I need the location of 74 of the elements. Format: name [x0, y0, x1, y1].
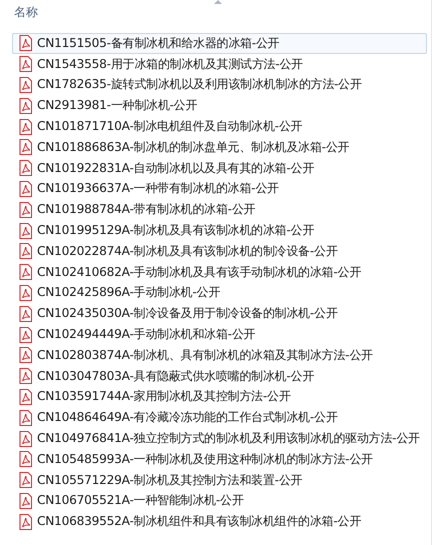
column-header[interactable]: 名称	[14, 4, 38, 20]
sort-arrow-icon	[214, 0, 222, 4]
file-row[interactable]: CN104976841A-独立控制方式的制冰机及利用该制冰机的驱动方法-公开	[12, 428, 427, 449]
file-name: CN1151505-备有制冰机和给水器的冰箱-公开	[37, 36, 280, 51]
file-row[interactable]: CN103047803A-具有隐蔽式供水喷嘴的制冰机-公开	[12, 366, 427, 387]
file-row[interactable]: CN2913981-一种制冰机-公开	[12, 95, 427, 116]
file-name: CN103591744A-家用制冰机及其控制方法-公开	[37, 389, 291, 404]
file-name: CN106705521A-一种智能制冰机-公开	[37, 493, 244, 508]
file-name: CN102803874A-制冰机、具有制冰机的冰箱及其制冰方法-公开	[37, 348, 373, 363]
pdf-file-icon	[19, 160, 32, 176]
pdf-file-icon	[19, 202, 32, 218]
file-name: CN102410682A-手动制冰机及具有该手动制冰机的冰箱-公开	[37, 264, 362, 280]
pdf-file-icon	[19, 35, 32, 52]
pdf-file-icon	[19, 430, 32, 447]
file-name: CN1782635-旋转式制冰机以及利用该制冰机制冰的方法-公开	[37, 77, 362, 92]
pdf-file-icon	[19, 347, 32, 364]
file-name: CN2913981-一种制冰机-公开	[37, 98, 198, 114]
pdf-file-icon	[19, 56, 32, 72]
file-row[interactable]: CN102494449A-手动制冰机和冰箱-公开	[12, 324, 427, 345]
file-name: CN101988784A-带有制冰机的冰箱-公开	[37, 202, 256, 218]
file-name: CN102022874A-制冰机及具有该制冰机的制冷设备-公开	[37, 244, 338, 259]
file-name: CN101871710A-制冰电机组件及自动制冰机-公开	[37, 119, 302, 134]
pdf-file-icon	[19, 243, 32, 260]
file-name: CN102435030A-制冷设备及用于制冷设备的制冰机-公开	[37, 306, 338, 322]
pdf-file-icon	[19, 306, 32, 322]
file-name: CN106839552A-制冰机组件和具有该制冰机组件的冰箱-公开	[37, 514, 362, 530]
pdf-file-icon	[19, 388, 32, 405]
pdf-file-icon	[19, 514, 32, 530]
pdf-file-icon	[19, 98, 32, 114]
file-row[interactable]: CN103591744A-家用制冰机及其控制方法-公开	[12, 386, 427, 408]
pdf-file-icon	[19, 118, 32, 135]
pdf-file-icon	[19, 492, 32, 509]
file-row[interactable]: CN106839552A-制冰机组件和具有该制冰机组件的冰箱-公开	[12, 511, 427, 532]
file-row[interactable]: CN106705521A-一种智能制冰机-公开	[12, 490, 427, 512]
file-row[interactable]: CN101936637A-一种带有制冰机的冰箱-公开	[12, 178, 427, 200]
file-row[interactable]: CN1543558-用于冰箱的制冰机及其测试方法-公开	[12, 54, 427, 75]
file-row[interactable]: CN102435030A-制冷设备及用于制冷设备的制冰机-公开	[12, 303, 427, 324]
file-name: CN1543558-用于冰箱的制冰机及其测试方法-公开	[37, 56, 303, 72]
pdf-file-icon	[19, 326, 32, 343]
file-name: CN104864649A-有冷藏冷冻功能的工作台式制冰机-公开	[37, 410, 338, 426]
pdf-file-icon	[19, 264, 32, 280]
file-row[interactable]: CN102803874A-制冰机、具有制冰机的冰箱及其制冰方法-公开	[12, 344, 427, 366]
pdf-file-icon	[19, 284, 32, 301]
file-row[interactable]: CN105485993A-一种制冰机及使用这种制冰机的制冰方法-公开	[12, 448, 427, 470]
file-name: CN101886863A-制冰机的制冰盘单元、制冰机及冰箱-公开	[37, 140, 350, 155]
file-name: CN103047803A-具有隐蔽式供水喷嘴的制冰机-公开	[37, 368, 314, 384]
file-row[interactable]: CN1151505-备有制冰机和给水器的冰箱-公开	[12, 33, 427, 54]
pdf-file-icon	[19, 222, 32, 239]
file-name: CN101936637A-一种带有制冰机的冰箱-公开	[37, 181, 279, 196]
pdf-file-icon	[19, 472, 32, 488]
file-row[interactable]: CN101886863A-制冰机的制冰盘单元、制冰机及冰箱-公开	[12, 136, 427, 158]
pdf-file-icon	[19, 451, 32, 468]
file-row[interactable]: CN104864649A-有冷藏冷冻功能的工作台式制冰机-公开	[12, 407, 427, 428]
pdf-file-icon	[19, 180, 32, 197]
pdf-file-icon	[19, 139, 32, 156]
pdf-file-icon	[19, 410, 32, 426]
file-row[interactable]: CN102022874A-制冰机及具有该制冰机的制冷设备-公开	[12, 240, 427, 262]
file-row[interactable]: CN101922831A-自动制冰机以及具有其的冰箱-公开	[12, 158, 427, 179]
file-row[interactable]: CN102410682A-手动制冰机及具有该手动制冰机的冰箱-公开	[12, 262, 427, 283]
file-name: CN102425896A-手动制冰机-公开	[37, 285, 220, 300]
file-name: CN105571229A-制冰机及其控制方法和装置-公开	[37, 472, 302, 488]
file-row[interactable]: CN101995129A-制冰机及具有该制冰机的冰箱-公开	[12, 220, 427, 241]
file-row[interactable]: CN105571229A-制冰机及其控制方法和装置-公开	[12, 470, 427, 491]
file-row[interactable]: CN1782635-旋转式制冰机以及利用该制冰机制冰的方法-公开	[12, 74, 427, 96]
file-row[interactable]: CN101988784A-带有制冰机的冰箱-公开	[12, 199, 427, 220]
file-name: CN101922831A-自动制冰机以及具有其的冰箱-公开	[37, 160, 314, 176]
file-name: CN104976841A-独立控制方式的制冰机及利用该制冰机的驱动方法-公开	[37, 431, 420, 446]
pdf-file-icon	[19, 368, 32, 384]
file-name: CN101995129A-制冰机及具有该制冰机的冰箱-公开	[37, 223, 314, 238]
file-row[interactable]: CN101871710A-制冰电机组件及自动制冰机-公开	[12, 116, 427, 137]
pdf-file-icon	[19, 76, 32, 93]
file-row[interactable]: CN102425896A-手动制冰机-公开	[12, 282, 427, 304]
file-name: CN105485993A-一种制冰机及使用这种制冰机的制冰方法-公开	[37, 452, 373, 467]
file-name: CN102494449A-手动制冰机和冰箱-公开	[37, 327, 256, 342]
